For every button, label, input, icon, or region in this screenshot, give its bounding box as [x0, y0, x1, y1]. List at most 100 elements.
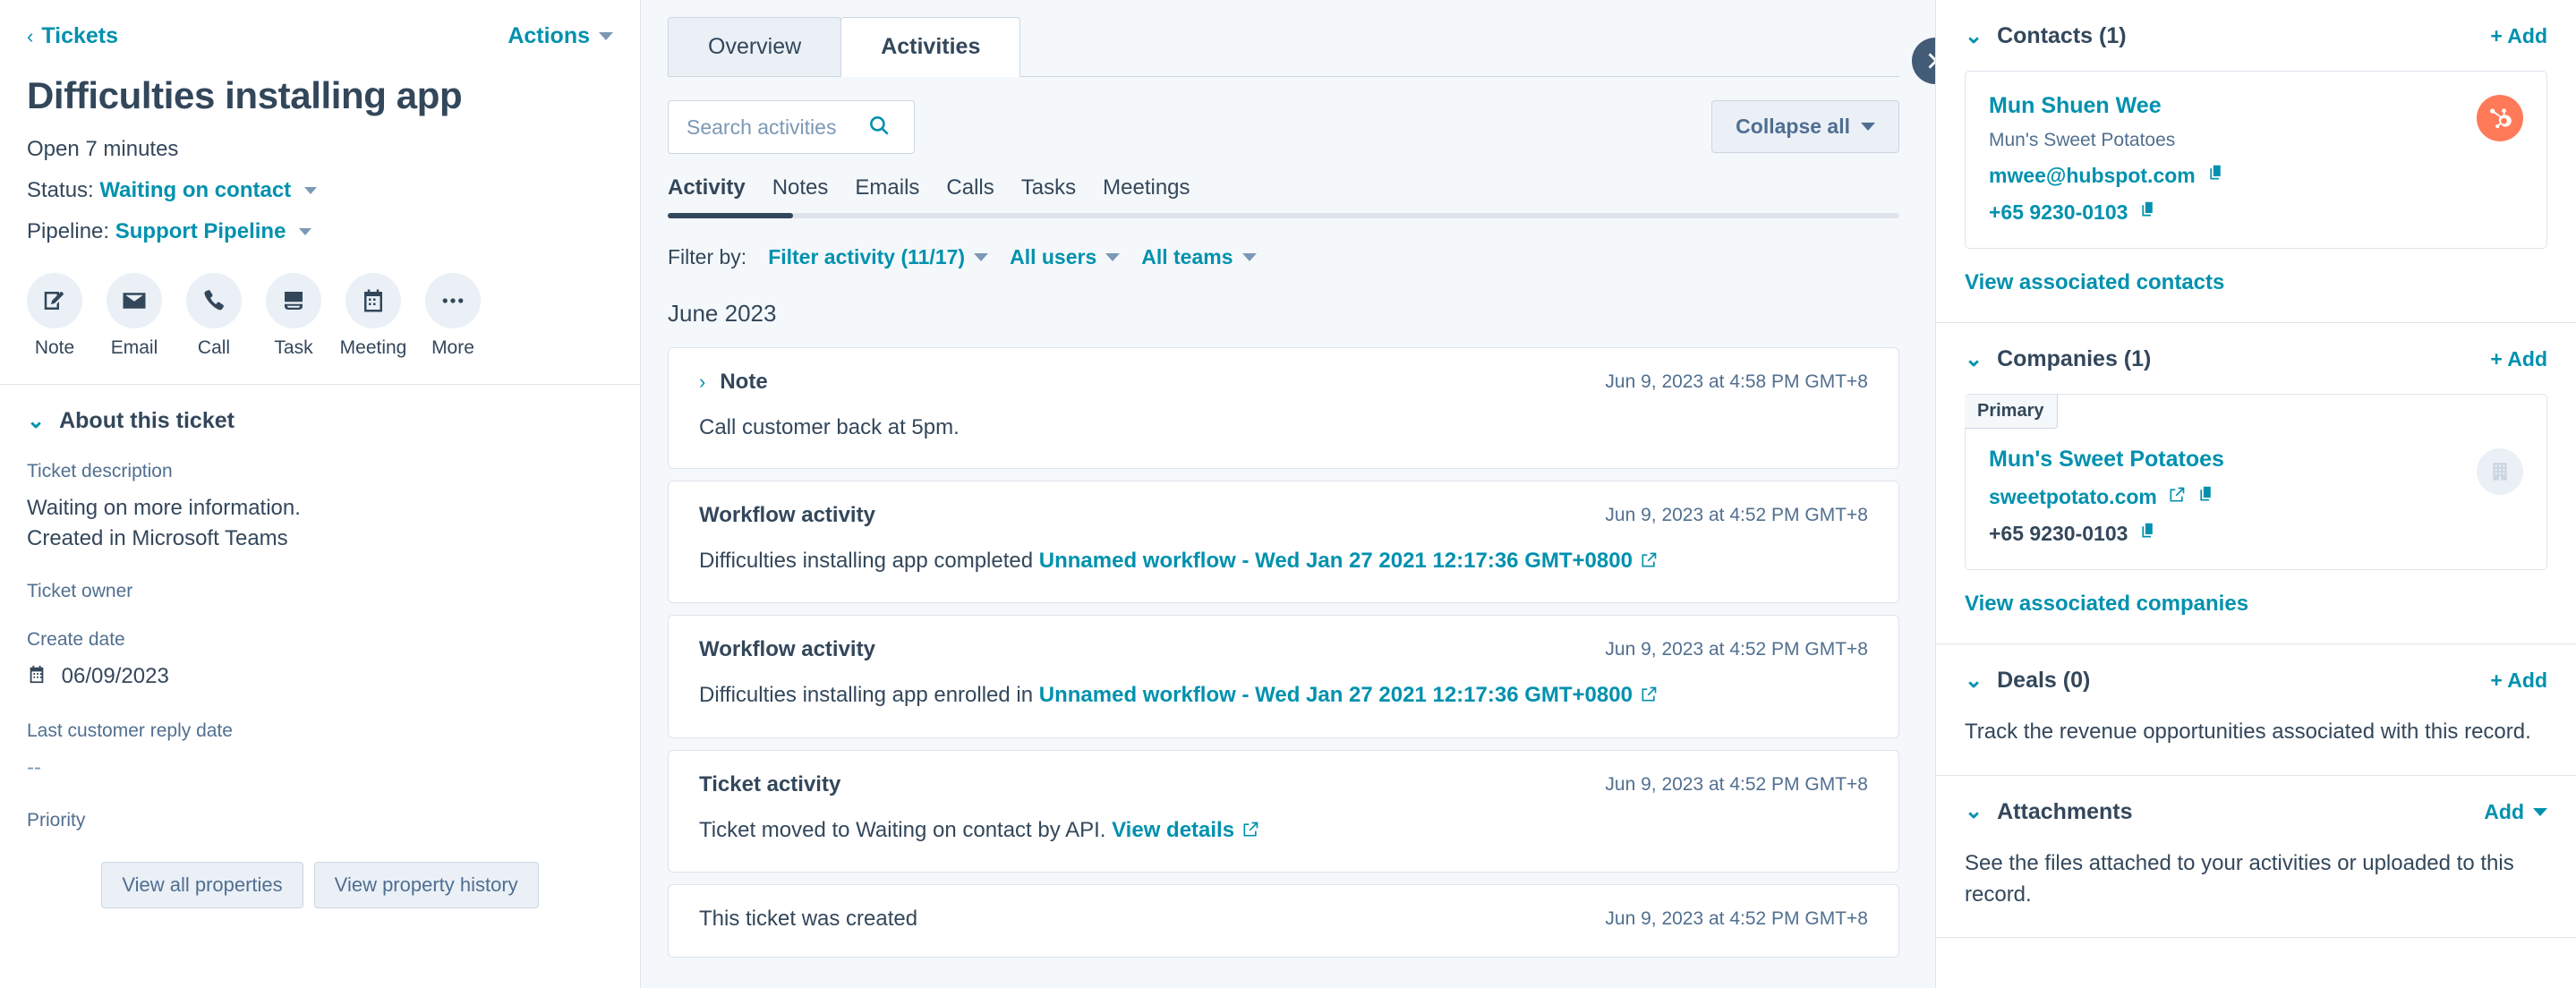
filter-teams-dropdown[interactable]: All teams [1141, 245, 1257, 269]
activity-cards: › Note Jun 9, 2023 at 4:58 PM GMT+8 Call… [668, 347, 1899, 958]
add-attachment-button[interactable]: Add [2484, 800, 2547, 824]
external-link-icon[interactable] [1640, 548, 1658, 578]
subtab-activity[interactable]: Activity [668, 175, 772, 213]
subtab-scrollbar-track[interactable] [668, 213, 1899, 218]
subtab-calls[interactable]: Calls [946, 175, 1020, 213]
top-tabs: Overview Activities [668, 16, 1899, 77]
status-value[interactable]: Waiting on contact [99, 178, 291, 202]
attachments-header-left[interactable]: ⌄ Attachments [1965, 799, 2133, 825]
activity-card-ticket-created[interactable]: This ticket was created Jun 9, 2023 at 4… [668, 884, 1899, 958]
about-ticket-header[interactable]: ⌄ About this ticket [27, 408, 613, 434]
about-ticket-title: About this ticket [59, 408, 235, 433]
contact-email-row: mwee@hubspot.com [1989, 164, 2523, 188]
filter-activity-dropdown[interactable]: Filter activity (11/17) [768, 245, 989, 269]
status-badge: Primary [1965, 395, 2058, 429]
attachments-empty-text: See the files attached to your activitie… [1965, 850, 2514, 907]
card-header: Workflow activity Jun 9, 2023 at 4:52 PM… [699, 503, 1868, 528]
call-icon [186, 273, 242, 328]
tab-activities[interactable]: Activities [840, 17, 1021, 77]
subtab-meetings[interactable]: Meetings [1103, 175, 1216, 213]
activity-card-workflow-enrolled[interactable]: Workflow activity Jun 9, 2023 at 4:52 PM… [668, 615, 1899, 738]
chevron-down-icon[interactable] [303, 187, 317, 194]
view-associated-companies-link[interactable]: View associated companies [1965, 592, 2547, 617]
copy-icon[interactable] [2138, 200, 2157, 225]
search-row: Collapse all [668, 100, 1899, 154]
add-contact-button[interactable]: + Add [2490, 24, 2547, 48]
property-create-date: Create date 06/09/2023 [27, 629, 613, 694]
activity-card-ticket-activity[interactable]: Ticket activity Jun 9, 2023 at 4:52 PM G… [668, 749, 1899, 873]
activity-card-workflow-completed[interactable]: Workflow activity Jun 9, 2023 at 4:52 PM… [668, 480, 1899, 604]
copy-icon[interactable] [2196, 485, 2215, 509]
quick-action-email[interactable]: Email [107, 273, 162, 359]
contact-name[interactable]: Mun Shuen Wee [1989, 93, 2523, 119]
workflow-link[interactable]: Unnamed workflow - Wed Jan 27 2021 12:17… [1039, 549, 1633, 573]
contact-card[interactable]: Mun Shuen Wee Mun's Sweet Potatoes mwee@… [1965, 71, 2547, 249]
collapse-all-button[interactable]: Collapse all [1711, 100, 1899, 153]
contact-email[interactable]: mwee@hubspot.com [1989, 164, 2196, 188]
external-link-icon[interactable] [1640, 682, 1658, 712]
card-timestamp: Jun 9, 2023 at 4:52 PM GMT+8 [1605, 639, 1868, 660]
quick-action-meeting[interactable]: Meeting [340, 273, 406, 359]
property-value[interactable]: Waiting on more information. Created in … [27, 493, 613, 554]
contacts-header-left[interactable]: ⌄ Contacts (1) [1965, 23, 2127, 49]
breadcrumb-tickets[interactable]: ‹ Tickets [27, 23, 118, 49]
property-value[interactable]: -- [27, 753, 613, 783]
sub-tabs: Activity Notes Emails Calls Tasks Meetin… [668, 175, 1899, 213]
copy-icon[interactable] [2138, 522, 2157, 546]
external-link-icon[interactable] [1241, 817, 1259, 847]
left-sidebar-header: ‹ Tickets Actions Difficulties installin… [0, 0, 640, 384]
companies-header-left[interactable]: ⌄ Companies (1) [1965, 346, 2151, 372]
collapse-right-sidebar-button[interactable] [1912, 38, 1935, 84]
pipeline-value[interactable]: Support Pipeline [115, 219, 286, 243]
view-associated-contacts-link[interactable]: View associated contacts [1965, 270, 2547, 295]
deals-header-left[interactable]: ⌄ Deals (0) [1965, 668, 2090, 694]
activity-card-note[interactable]: › Note Jun 9, 2023 at 4:58 PM GMT+8 Call… [668, 347, 1899, 469]
add-attachment-label: Add [2484, 799, 2524, 823]
subtab-tasks[interactable]: Tasks [1021, 175, 1103, 213]
workflow-link[interactable]: Unnamed workflow - Wed Jan 27 2021 12:17… [1039, 683, 1633, 707]
copy-icon[interactable] [2206, 164, 2225, 188]
filter-users-label: All users [1010, 245, 1097, 268]
card-body-text: Ticket moved to Waiting on contact by AP… [699, 817, 1113, 842]
property-label: Ticket description [27, 461, 173, 481]
quick-action-more[interactable]: More [425, 273, 481, 359]
contact-company: Mun's Sweet Potatoes [1989, 130, 2176, 150]
chevron-right-icon[interactable]: › [699, 372, 705, 392]
add-deal-button[interactable]: + Add [2490, 669, 2547, 693]
property-ticket-description: Ticket description Waiting on more infor… [27, 461, 613, 554]
chevron-down-icon [599, 32, 613, 40]
company-name[interactable]: Mun's Sweet Potatoes [1989, 447, 2523, 473]
view-property-history-button[interactable]: View property history [313, 862, 539, 909]
chevron-left-icon: ‹ [27, 24, 34, 47]
tab-overview[interactable]: Overview [668, 17, 842, 76]
search-icon[interactable] [867, 114, 891, 141]
view-all-properties-button[interactable]: View all properties [101, 862, 303, 909]
chevron-down-icon[interactable] [299, 228, 312, 235]
actions-dropdown[interactable]: Actions [508, 23, 613, 49]
filter-users-dropdown[interactable]: All users [1010, 245, 1121, 269]
add-company-button[interactable]: + Add [2490, 347, 2547, 371]
attachments-title: Attachments [1997, 798, 2133, 824]
external-link-icon[interactable] [2168, 485, 2186, 509]
right-sidebar: ⌄ Contacts (1) + Add Mun Shuen Wee Mun's… [1935, 0, 2576, 988]
subtab-scrollbar-thumb[interactable] [668, 213, 793, 218]
contact-phone-row: +65 9230-0103 [1989, 200, 2523, 225]
filter-activity-label: Filter activity (11/17) [768, 245, 966, 268]
search-activities-box[interactable] [668, 100, 915, 154]
company-domain[interactable]: sweetpotato.com [1989, 485, 2157, 509]
quick-action-call[interactable]: Call [186, 273, 242, 359]
company-card[interactable]: Primary Mun's Sweet Potatoes sweetpotato… [1965, 394, 2547, 570]
contacts-header: ⌄ Contacts (1) + Add [1965, 23, 2547, 49]
search-input[interactable] [687, 115, 857, 140]
quick-action-task[interactable]: Task [266, 273, 321, 359]
view-details-link[interactable]: View details [1112, 818, 1234, 842]
contact-phone[interactable]: +65 9230-0103 [1989, 200, 2128, 225]
quick-action-note[interactable]: Note [27, 273, 82, 359]
subtab-notes[interactable]: Notes [772, 175, 856, 213]
companies-title: Companies (1) [1997, 346, 2152, 371]
card-title: Workflow activity [699, 637, 875, 662]
card-timestamp: Jun 9, 2023 at 4:58 PM GMT+8 [1605, 371, 1868, 392]
property-value-row[interactable]: 06/09/2023 [27, 661, 613, 694]
subtab-emails[interactable]: Emails [855, 175, 946, 213]
email-icon [107, 273, 162, 328]
